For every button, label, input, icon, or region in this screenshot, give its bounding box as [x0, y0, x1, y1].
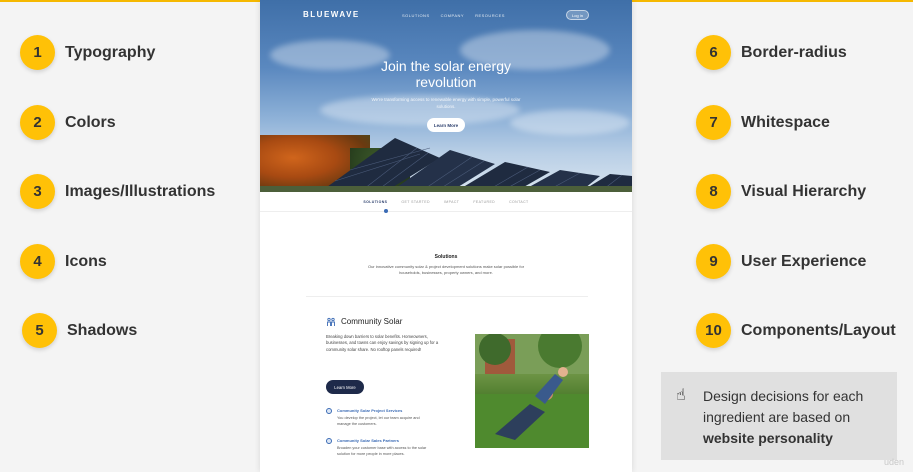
- tab-get-started[interactable]: GET STARTED: [401, 200, 430, 204]
- ingredient-label: Shadows: [67, 321, 138, 339]
- ingredient-8: 8 Visual Hierarchy: [696, 174, 866, 209]
- feature-sales-partners: Community Solar Sales Partners Broaden y…: [326, 438, 436, 468]
- website-mockup: BLUEWAVE SOLUTIONS COMPANY RESOURCES Log…: [260, 0, 632, 472]
- main-nav: SOLUTIONS COMPANY RESOURCES: [402, 13, 505, 18]
- tab-featured[interactable]: FEATURED: [473, 200, 495, 204]
- ingredient-1: 1 Typography: [20, 35, 155, 70]
- tab-impact[interactable]: IMPACT: [444, 200, 459, 204]
- ingredient-7: 7 Whitespace: [696, 105, 830, 140]
- watermark: uden: [884, 457, 905, 467]
- number-badge: 7: [696, 105, 731, 140]
- ingredient-label: Components/Layout: [741, 321, 896, 339]
- login-button[interactable]: Log in: [566, 10, 589, 20]
- hero-section: BLUEWAVE SOLUTIONS COMPANY RESOURCES Log…: [260, 0, 632, 192]
- ingredient-2: 2 Colors: [20, 105, 116, 140]
- community-solar-title: Community Solar: [341, 317, 403, 326]
- callout-box: ☝ Design decisions for each ingredient a…: [661, 372, 897, 460]
- feature-project-services: Community Solar Project Services You dev…: [326, 408, 436, 430]
- ingredient-5: 5 Shadows: [22, 313, 137, 348]
- ingredient-3: 3 Images/Illustrations: [20, 174, 215, 209]
- ingredient-10: 10 Components/Layout: [696, 313, 896, 348]
- tab-solutions[interactable]: SOLUTIONS: [363, 200, 387, 204]
- callout-text: Design decisions for each ingredient are…: [703, 386, 889, 449]
- number-badge: 4: [20, 244, 55, 279]
- community-solar-body: Breaking down barriers to solar benefits…: [326, 334, 439, 352]
- ingredient-4: 4 Icons: [20, 244, 107, 279]
- active-tab-indicator: [384, 209, 388, 213]
- ingredient-label: Border-radius: [741, 43, 847, 61]
- ingredient-label: Colors: [65, 113, 116, 131]
- feature-link[interactable]: Community Solar Sales Partners: [337, 438, 399, 443]
- ingredient-label: Typography: [65, 43, 156, 61]
- number-badge: 9: [696, 244, 731, 279]
- divider: [306, 296, 588, 297]
- ingredient-label: User Experience: [741, 252, 867, 270]
- section-title: Solutions: [434, 254, 458, 260]
- number-badge: 1: [20, 35, 55, 70]
- community-icon: [326, 317, 336, 327]
- nav-item-resources[interactable]: RESOURCES: [475, 13, 505, 18]
- hero-title: Join the solar energy revolution: [381, 58, 511, 90]
- number-badge: 10: [696, 313, 731, 348]
- section-description: Our innovative community solar & project…: [367, 264, 525, 275]
- family-photo: [475, 334, 589, 448]
- number-badge: 3: [20, 174, 55, 209]
- ingredient-label: Images/Illustrations: [65, 182, 216, 200]
- ingredient-label: Icons: [65, 252, 107, 270]
- number-badge: 6: [696, 35, 731, 70]
- pointing-hand-icon: ☝: [676, 387, 686, 404]
- ingredient-9: 9 User Experience: [696, 244, 866, 279]
- feature-link[interactable]: Community Solar Project Services: [337, 408, 402, 413]
- tab-contact[interactable]: CONTACT: [509, 200, 528, 204]
- ingredient-label: Whitespace: [741, 113, 830, 131]
- ingredient-6: 6 Border-radius: [696, 35, 847, 70]
- nav-item-solutions[interactable]: SOLUTIONS: [402, 13, 430, 18]
- callout-text-main: Design decisions for each ingredient are…: [703, 388, 864, 425]
- ingredient-label: Visual Hierarchy: [741, 182, 867, 200]
- community-learn-more-button[interactable]: Learn More: [326, 380, 364, 394]
- hero-subtitle: We're transforming access to renewable e…: [371, 97, 521, 109]
- feature-text: Broaden your customer base with access t…: [337, 446, 427, 456]
- number-badge: 2: [20, 105, 55, 140]
- feature-icon: [326, 438, 332, 444]
- feature-icon: [326, 408, 332, 414]
- number-badge: 8: [696, 174, 731, 209]
- section-tabs: SOLUTIONS GET STARTED IMPACT FEATURED CO…: [260, 192, 632, 212]
- callout-text-bold: website personality: [703, 430, 833, 446]
- feature-text: You develop the project, let our team ac…: [337, 416, 420, 426]
- brand-logo[interactable]: BLUEWAVE: [303, 10, 360, 19]
- number-badge: 5: [22, 313, 57, 348]
- solar-panels-image: [260, 138, 632, 192]
- nav-item-company[interactable]: COMPANY: [441, 13, 464, 18]
